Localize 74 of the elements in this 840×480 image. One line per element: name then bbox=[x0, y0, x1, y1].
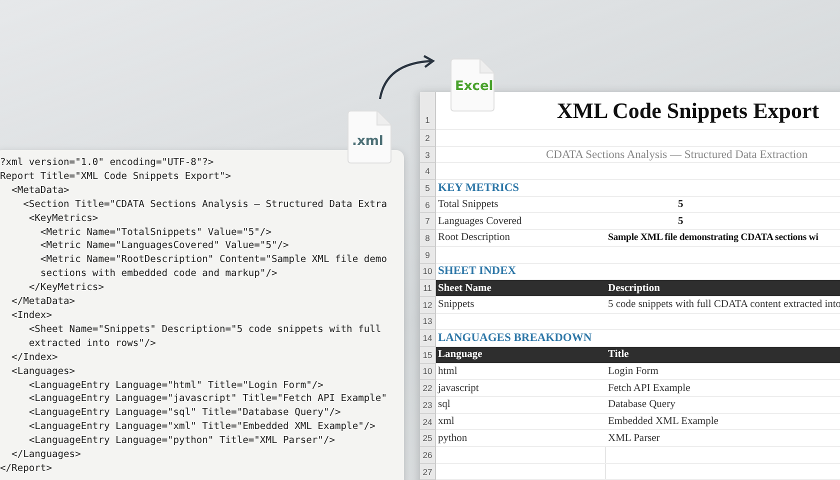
table-cell-text: 5 bbox=[677, 199, 684, 210]
code-line: </Languages> bbox=[10, 448, 81, 462]
row-number: 2 bbox=[420, 130, 435, 147]
table-cell-text: Snippets bbox=[437, 299, 476, 310]
table-cell-text: html bbox=[437, 366, 458, 377]
row-number: 22 bbox=[420, 380, 435, 397]
section-heading: LANGUAGES BREAKDOWN bbox=[438, 331, 592, 346]
code-line: <LanguageEntry Language="python" Title="XML Parser"/> bbox=[28, 434, 336, 448]
sheet-subtitle: CDATA Sections Analysis — Structured Data Extraction bbox=[546, 148, 808, 162]
section-heading: SHEET INDEX bbox=[438, 264, 516, 278]
code-line: <LanguageEntry Language="html" Title="Login Form"/> bbox=[28, 378, 324, 392]
code-line: Report Title="XML Code Snippets Export"> bbox=[0, 170, 232, 184]
table-cell-text: javascript bbox=[436, 382, 480, 394]
table-cell-text: 5 bbox=[677, 216, 684, 227]
row-number: 3 bbox=[420, 146, 435, 164]
row-number: 8 bbox=[420, 230, 435, 247]
table-cell-text: python bbox=[437, 432, 468, 444]
sheet-title: XML Code Snippets Export bbox=[556, 98, 820, 124]
code-line: </KeyMetrics> bbox=[28, 281, 104, 296]
column-header: Sheet Name bbox=[437, 282, 492, 294]
column-header: Title bbox=[607, 349, 630, 360]
table-cell-text: xml bbox=[437, 416, 456, 428]
row-number: 14 bbox=[420, 330, 435, 347]
table-cell-text: Sample XML file demonstrating CDATA sections wi bbox=[607, 232, 820, 244]
code-line: <Sheet Name="Snippets" Description="5 code snippets with full bbox=[28, 322, 382, 337]
row-number: 15 bbox=[420, 346, 435, 364]
table-cell-text: sql bbox=[437, 399, 452, 410]
code-line: <MetaData> bbox=[10, 184, 70, 198]
row-number: 4 bbox=[420, 163, 435, 180]
row-number: 27 bbox=[420, 464, 435, 480]
row-number: 5 bbox=[420, 180, 435, 197]
code-line: </Report> bbox=[0, 462, 52, 476]
code-line: <Metric Name="RootDescription" Content="Sample XML file demo bbox=[39, 253, 387, 268]
row-number: 6 bbox=[420, 196, 435, 214]
code-line: <Metric Name="TotalSnippets" Value="5"/> bbox=[39, 226, 272, 240]
row-number: 11 bbox=[420, 280, 435, 297]
code-line: <KeyMetrics> bbox=[28, 212, 98, 226]
code-line: ?xml version="1.0" encoding="UTF-8"?> bbox=[0, 156, 214, 170]
row-number: 9 bbox=[420, 246, 435, 264]
row-number: 25 bbox=[420, 430, 435, 448]
arrow-icon bbox=[376, 55, 438, 101]
table-cell-text: Login Form bbox=[607, 366, 660, 377]
table-cell-text: Fetch API Example bbox=[607, 382, 692, 394]
table-cell-text: Database Query bbox=[607, 399, 676, 410]
table-cell-text: Languages Covered bbox=[437, 216, 523, 227]
section-heading: KEY METRICS bbox=[438, 180, 520, 195]
code-line: <Languages> bbox=[10, 364, 76, 378]
code-line: <Section Title="CDATA Sections Analysis — Structured Data Extra bbox=[22, 198, 387, 212]
row-number: 24 bbox=[420, 414, 435, 430]
row-number: 7 bbox=[420, 213, 435, 230]
row-number: 12 bbox=[420, 296, 435, 314]
code-line: sections with embedded code and markup"/> bbox=[39, 267, 278, 282]
code-line: extracted into rows"/> bbox=[28, 336, 156, 351]
table-cell-text: Total Snippets bbox=[437, 199, 500, 210]
code-line: <LanguageEntry Language="xml" Title="Embedded XML Example"/> bbox=[28, 420, 376, 434]
table-cell-text: Embedded XML Example bbox=[607, 416, 720, 428]
row-number: 1 bbox=[420, 92, 435, 130]
column-header: Language bbox=[437, 349, 484, 360]
code-line: <LanguageEntry Language="javascript" Title="Fetch API Example" bbox=[28, 392, 387, 406]
row-number: 26 bbox=[420, 447, 435, 464]
code-line: </MetaData> bbox=[10, 295, 76, 309]
row-number: 10 bbox=[420, 264, 435, 280]
code-line: <Metric Name="LanguagesCovered" Value="5"/> bbox=[39, 239, 289, 254]
code-line: </Index> bbox=[10, 350, 58, 365]
code-line: <LanguageEntry Language="sql" Title="Database Query"/> bbox=[28, 406, 341, 420]
file-label: Excel bbox=[455, 79, 494, 94]
code-line: <Index> bbox=[10, 308, 52, 323]
row-number: 13 bbox=[420, 314, 435, 330]
row-number: 10 bbox=[420, 364, 435, 380]
row-number: 23 bbox=[420, 397, 435, 414]
file-label: .xml bbox=[352, 134, 384, 149]
column-header: Description bbox=[607, 282, 661, 294]
table-cell-text: Root Description bbox=[437, 232, 512, 244]
table-cell-text: XML Parser bbox=[607, 432, 661, 444]
